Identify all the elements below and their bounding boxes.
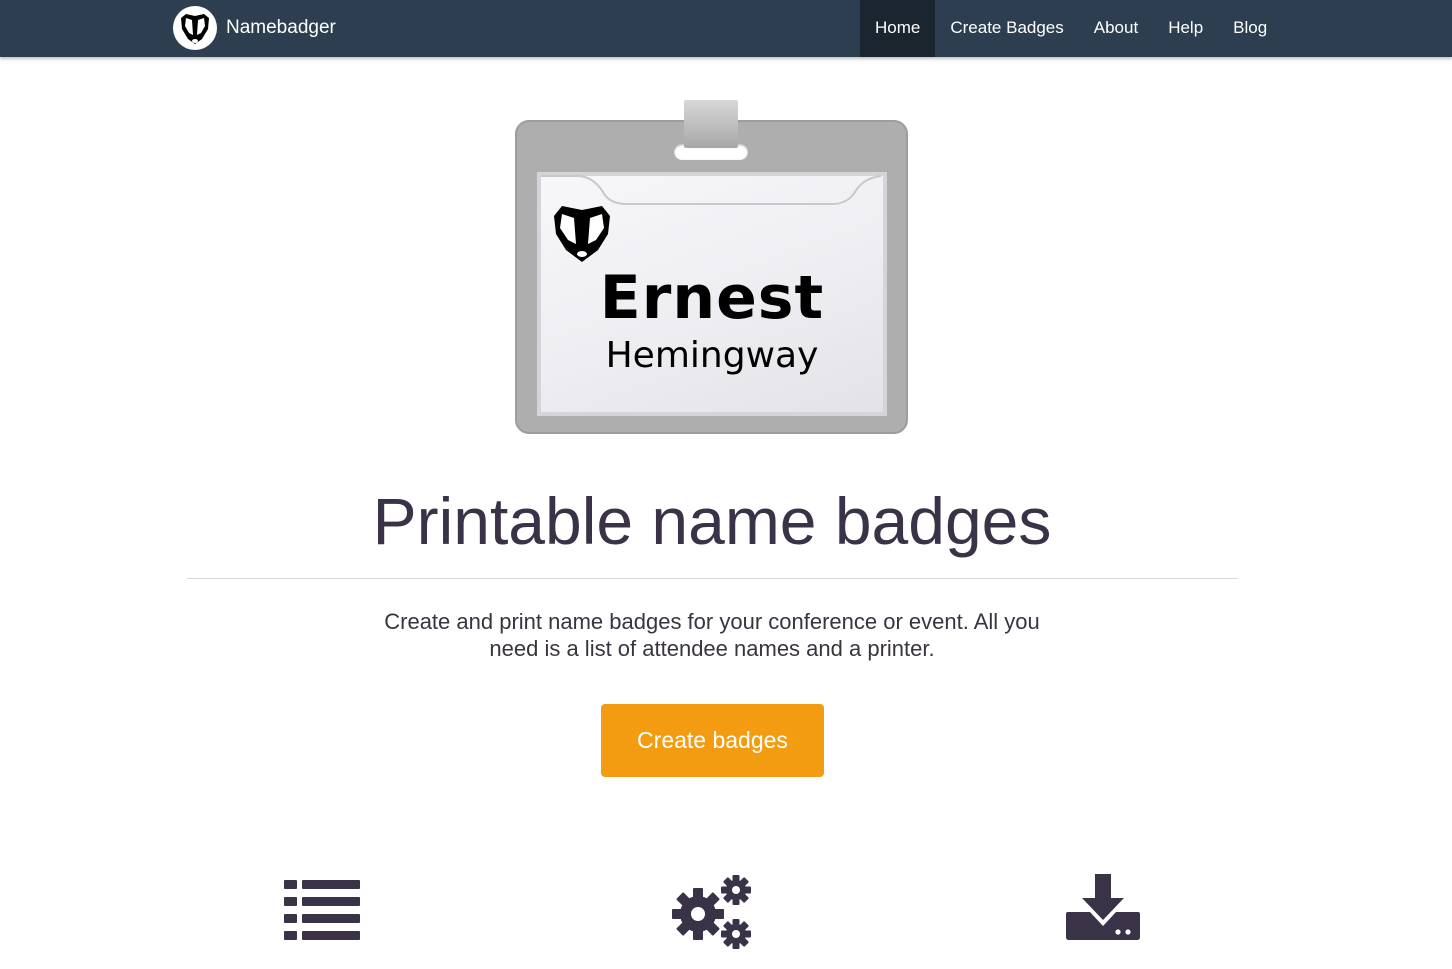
page-title: Printable name badges: [372, 484, 1052, 558]
brand-name: Namebadger: [226, 17, 336, 38]
nav-create-badges[interactable]: Create Badges: [935, 0, 1078, 57]
gears-icon: [672, 875, 751, 949]
brand-link[interactable]: Namebadger: [172, 4, 336, 52]
list-icon: [284, 880, 360, 940]
hero-lead: Create and print name badges for your co…: [384, 609, 1040, 661]
navbar: Namebadger Home Create Badges About Help…: [0, 0, 1452, 57]
download-icon: [1066, 874, 1140, 940]
divider: [187, 578, 1238, 579]
nav-blog[interactable]: Blog: [1218, 0, 1282, 57]
nav-help[interactable]: Help: [1153, 0, 1218, 57]
badger-logo-icon: [173, 6, 217, 50]
badge-clip: [684, 100, 738, 148]
nav-home[interactable]: Home: [860, 0, 936, 57]
create-badges-button[interactable]: Create badges: [601, 704, 824, 777]
badge-last-name: Hemingway: [605, 335, 819, 376]
main-nav: Home Create Badges About Help Blog: [860, 0, 1282, 57]
badge-preview: Ernest Hemingway: [512, 100, 912, 440]
badge-first-name: Ernest: [599, 263, 825, 333]
nav-about[interactable]: About: [1079, 0, 1153, 57]
badger-logo-icon: [554, 206, 610, 262]
